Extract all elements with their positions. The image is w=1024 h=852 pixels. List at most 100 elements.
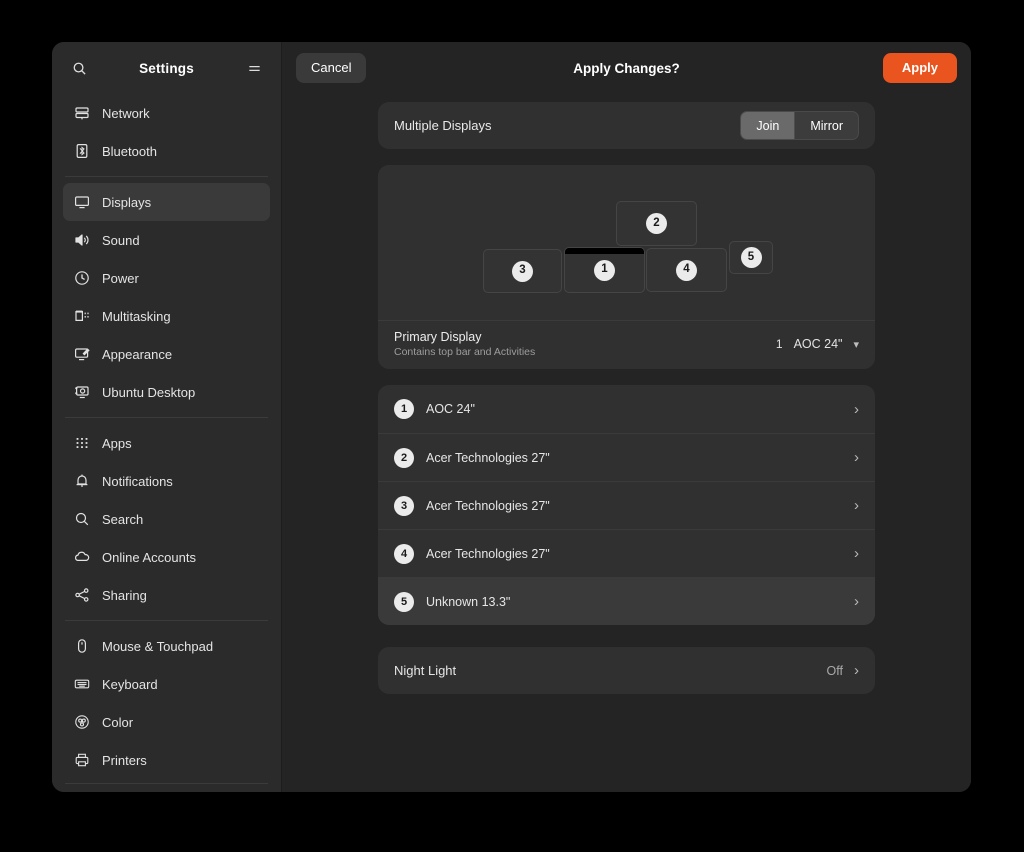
sidebar-nav-list: Network Bluetooth Displays Sound Power M… bbox=[52, 94, 281, 783]
sidebar-item-label: Search bbox=[102, 511, 144, 527]
arrangement-monitor-2[interactable]: 2 bbox=[616, 201, 697, 246]
cloud-icon bbox=[73, 549, 90, 566]
sidebar-item-sharing[interactable]: Sharing bbox=[63, 576, 270, 614]
hamburger-menu-icon[interactable] bbox=[241, 55, 267, 81]
sidebar-divider bbox=[65, 417, 268, 418]
primary-display-title: Primary Display bbox=[394, 330, 482, 344]
display-name: Acer Technologies 27" bbox=[426, 498, 550, 513]
chevron-right-icon[interactable]: › bbox=[854, 402, 859, 417]
primary-display-subtitle: Contains top bar and Activities bbox=[394, 346, 536, 358]
primary-display-name: AOC 24" bbox=[793, 337, 843, 351]
sidebar-item-keyboard[interactable]: Keyboard bbox=[63, 665, 270, 703]
display-number-badge: 3 bbox=[394, 495, 414, 516]
ubuntu-desktop-icon bbox=[73, 384, 90, 401]
arrangement-monitor-4[interactable]: 4 bbox=[646, 248, 727, 292]
sidebar-title: Settings bbox=[139, 60, 194, 76]
monitor-number-badge: 2 bbox=[646, 213, 667, 234]
multiple-displays-toggle[interactable]: Join Mirror bbox=[740, 111, 859, 140]
sidebar-item-label: Sharing bbox=[102, 587, 147, 603]
primary-display-number: 1 bbox=[775, 337, 783, 351]
power-icon bbox=[73, 270, 90, 287]
display-list-item-1[interactable]: 1 AOC 24" › bbox=[378, 385, 875, 433]
primary-display-selector[interactable]: 1 AOC 24" ▾ bbox=[776, 337, 859, 351]
sidebar-item-displays[interactable]: Displays bbox=[63, 183, 270, 221]
bluetooth-icon bbox=[73, 143, 90, 160]
sidebar-item-appearance[interactable]: Appearance bbox=[63, 335, 270, 373]
sidebar-item-label: Notifications bbox=[102, 473, 173, 489]
monitor-number-badge: 1 bbox=[594, 259, 615, 281]
sidebar-item-notifications[interactable]: Notifications bbox=[63, 462, 270, 500]
appearance-icon bbox=[73, 346, 90, 363]
night-light-value: Off bbox=[826, 663, 843, 678]
multiple-displays-label: Multiple Displays bbox=[394, 118, 492, 133]
apply-button[interactable]: Apply bbox=[882, 53, 957, 83]
display-list-item-3[interactable]: 3 Acer Technologies 27" › bbox=[378, 481, 875, 529]
sidebar-item-label: Network bbox=[102, 105, 150, 121]
bell-icon bbox=[73, 473, 90, 490]
content-area: Multiple Displays Join Mirror 2 3 1 4 5 … bbox=[282, 94, 971, 792]
display-list-item-2[interactable]: 2 Acer Technologies 27" › bbox=[378, 433, 875, 481]
multitasking-icon bbox=[73, 308, 90, 325]
sidebar-item-mouse-touchpad[interactable]: Mouse & Touchpad bbox=[63, 627, 270, 665]
toggle-option-join[interactable]: Join bbox=[741, 112, 795, 139]
sidebar-item-network[interactable]: Network bbox=[63, 94, 270, 132]
night-light-label: Night Light bbox=[394, 663, 457, 678]
sidebar-divider bbox=[65, 620, 268, 621]
sidebar-item-label: Printers bbox=[102, 752, 147, 768]
chevron-down-icon[interactable]: ▾ bbox=[853, 338, 859, 351]
sidebar-item-multitasking[interactable]: Multitasking bbox=[63, 297, 270, 335]
sidebar-item-online-accounts[interactable]: Online Accounts bbox=[63, 538, 270, 576]
sidebar-item-bluetooth[interactable]: Bluetooth bbox=[63, 132, 270, 170]
arrangement-monitor-3[interactable]: 3 bbox=[483, 249, 562, 293]
sidebar-item-apps[interactable]: Apps bbox=[63, 424, 270, 462]
monitor-number-badge: 4 bbox=[676, 259, 697, 281]
sidebar-item-label: Power bbox=[102, 270, 139, 286]
chevron-right-icon[interactable]: › bbox=[854, 450, 859, 465]
multiple-displays-row: Multiple Displays Join Mirror bbox=[378, 102, 875, 149]
monitor-number-badge: 5 bbox=[740, 247, 762, 268]
chevron-right-icon[interactable]: › bbox=[854, 498, 859, 513]
sidebar-item-search[interactable]: Search bbox=[63, 500, 270, 538]
night-light-row[interactable]: Night Light Off › bbox=[378, 647, 875, 694]
sidebar-divider bbox=[65, 176, 268, 177]
display-name: AOC 24" bbox=[426, 402, 475, 416]
display-number-badge: 1 bbox=[394, 399, 414, 419]
sidebar-item-ubuntu-desktop[interactable]: Ubuntu Desktop bbox=[63, 373, 270, 411]
monitor-number-badge: 3 bbox=[512, 260, 533, 282]
main-header: Cancel Apply Changes? Apply bbox=[282, 42, 971, 94]
sidebar-item-label: Keyboard bbox=[102, 676, 158, 692]
arrangement-monitor-1[interactable]: 1 bbox=[564, 247, 645, 293]
chevron-right-icon[interactable]: › bbox=[854, 546, 859, 561]
display-list-item-5[interactable]: 5 Unknown 13.3" › bbox=[378, 577, 875, 625]
speaker-icon bbox=[73, 232, 90, 249]
sidebar-item-label: Online Accounts bbox=[102, 549, 196, 565]
toggle-option-mirror[interactable]: Mirror bbox=[795, 112, 858, 139]
main-pane: Cancel Apply Changes? Apply Multiple Dis… bbox=[282, 42, 971, 792]
sidebar-item-power[interactable]: Power bbox=[63, 259, 270, 297]
chevron-right-icon[interactable]: › bbox=[854, 663, 859, 678]
chevron-right-icon[interactable]: › bbox=[854, 594, 859, 609]
night-light-card: Night Light Off › bbox=[378, 647, 875, 694]
sidebar-item-printers[interactable]: Printers bbox=[63, 741, 270, 779]
sidebar-item-label: Mouse & Touchpad bbox=[102, 638, 214, 654]
sidebar-header: Settings bbox=[52, 42, 281, 94]
arrangement-monitor-5[interactable]: 5 bbox=[729, 241, 773, 274]
sidebar-item-color[interactable]: Color bbox=[63, 703, 270, 741]
screen: Settings Network Bluetooth Displays Soun… bbox=[0, 0, 1024, 852]
sidebar-item-label: Sound bbox=[102, 232, 140, 248]
sidebar-item-label: Bluetooth bbox=[102, 143, 157, 159]
display-list-item-4[interactable]: 4 Acer Technologies 27" › bbox=[378, 529, 875, 577]
keyboard-icon bbox=[73, 676, 90, 693]
mouse-icon bbox=[73, 638, 90, 655]
sidebar-item-label: Multitasking bbox=[102, 308, 171, 324]
network-icon bbox=[73, 105, 90, 122]
display-arrangement-canvas[interactable]: 2 3 1 4 5 bbox=[378, 165, 875, 320]
sidebar-item-label: Color bbox=[102, 714, 134, 730]
primary-display-row[interactable]: Primary Display Contains top bar and Act… bbox=[378, 320, 875, 369]
sidebar-item-label: Appearance bbox=[102, 346, 173, 362]
sidebar-item-sound[interactable]: Sound bbox=[63, 221, 270, 259]
display-name: Acer Technologies 27" bbox=[426, 450, 550, 465]
cancel-button[interactable]: Cancel bbox=[296, 53, 367, 83]
search-icon[interactable] bbox=[66, 55, 92, 81]
displays-list-card: 1 AOC 24" › 2 Acer Technologies 27" › 3 … bbox=[378, 385, 875, 625]
